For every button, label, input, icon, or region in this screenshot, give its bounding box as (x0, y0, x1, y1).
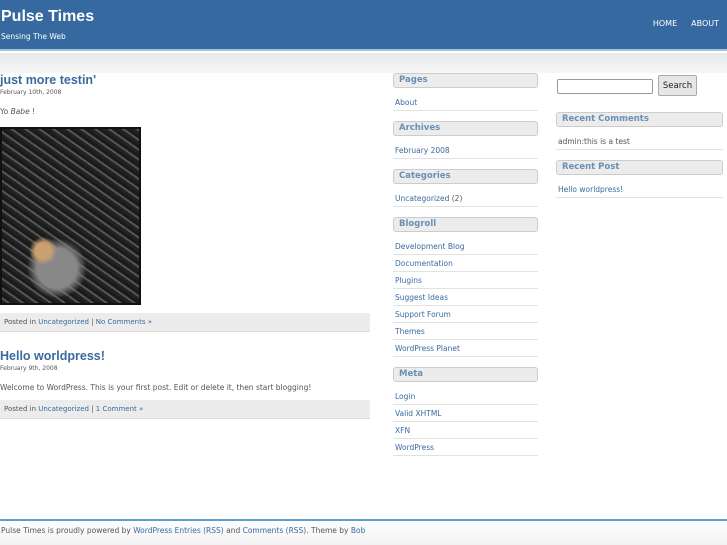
page-link-about[interactable]: About (395, 98, 417, 107)
footer-text: . Theme by (306, 526, 351, 535)
post-date: February 10th, 2008 (0, 89, 62, 96)
post-date: February 9th, 2008 (0, 365, 58, 372)
top-nav: HOME ABOUT (653, 19, 719, 28)
blogroll-link[interactable]: Themes (395, 327, 425, 336)
footer-theme-author-link[interactable]: Bob (351, 526, 366, 535)
footer-comments-rss-link[interactable]: Comments (RSS) (243, 526, 307, 535)
widget-title-recent-post: Recent Post (556, 160, 723, 175)
blogroll-link[interactable]: Plugins (395, 276, 422, 285)
body-text: ! (29, 107, 36, 116)
blogroll-link[interactable]: Documentation (395, 259, 453, 268)
body-emphasis: Babe (10, 107, 30, 116)
post-body: Welcome to WordPress. This is your first… (0, 383, 312, 392)
widget-title-meta: Meta (393, 367, 538, 382)
widget-title-archives: Archives (393, 121, 538, 136)
blogroll-link[interactable]: Development Blog (395, 242, 464, 251)
recent-post-link[interactable]: Hello worldpress! (558, 185, 623, 194)
sidebar-left: Pages About Archives February 2008 Categ… (393, 73, 538, 466)
footer-entries-rss-link[interactable]: Entries (RSS) (175, 526, 224, 535)
posted-in-label: Posted in (4, 405, 39, 413)
site-footer: Pulse Times is proudly powered by WordPr… (0, 519, 727, 545)
post-title[interactable]: just more testin' (0, 73, 96, 87)
search-input[interactable] (557, 79, 653, 94)
posted-in-label: Posted in (4, 318, 39, 326)
footer-wordpress-link[interactable]: WordPress (133, 526, 172, 535)
widget-title-pages: Pages (393, 73, 538, 88)
post-meta: Posted in Uncategorized | 1 Comment » (0, 400, 370, 419)
meta-link-xhtml[interactable]: Valid XHTML (395, 409, 441, 418)
header-band (0, 53, 727, 73)
post-meta: Posted in Uncategorized | No Comments » (0, 313, 370, 332)
separator: | (88, 405, 96, 413)
comments-link[interactable]: 1 Comment » (96, 405, 143, 413)
widget-title-categories: Categories (393, 169, 538, 184)
post-title[interactable]: Hello worldpress! (0, 349, 105, 363)
site-title[interactable]: Pulse Times (1, 8, 94, 26)
blogroll-link[interactable]: Support Forum (395, 310, 451, 319)
category-link[interactable]: Uncategorized (38, 405, 89, 413)
comment-author: admin (558, 137, 582, 146)
separator: | (88, 318, 96, 326)
blogroll-link[interactable]: Suggest Ideas (395, 293, 448, 302)
category-link[interactable]: Uncategorized (38, 318, 89, 326)
category-link[interactable]: Uncategorized (395, 194, 449, 203)
cat-photo (0, 127, 141, 305)
widget-title-recent-comments: Recent Comments (556, 112, 723, 127)
comment-link[interactable]: :this is a test (582, 137, 630, 146)
recent-comment: admin:this is a test (556, 133, 723, 150)
nav-home[interactable]: HOME (653, 19, 677, 28)
post: just more testin' February 10th, 2008 Yo… (0, 73, 370, 332)
widget-title-blogroll: Blogroll (393, 217, 538, 232)
meta-link-login[interactable]: Login (395, 392, 415, 401)
blogroll-link[interactable]: WordPress Planet (395, 344, 460, 353)
category-count: (2) (449, 194, 463, 203)
site-tagline: Sensing The Web (1, 32, 66, 41)
site-header: Pulse Times Sensing The Web HOME ABOUT (0, 0, 727, 51)
archive-link[interactable]: February 2008 (395, 146, 450, 155)
body-text: Yo (0, 107, 11, 116)
footer-text: Pulse Times is proudly powered by (1, 526, 134, 535)
meta-link-wordpress[interactable]: WordPress (395, 443, 434, 452)
post-body: Yo Babe ! (0, 107, 370, 116)
footer-text: and (223, 526, 243, 535)
sidebar-right: Recent Comments admin:this is a test Rec… (556, 112, 723, 208)
meta-link-xfn[interactable]: XFN (395, 426, 410, 435)
nav-about[interactable]: ABOUT (691, 19, 719, 28)
post: Hello worldpress! February 9th, 2008 Wel… (0, 349, 370, 419)
search-button[interactable]: Search (658, 75, 697, 96)
main-content: just more testin' February 10th, 2008 Yo… (0, 73, 370, 419)
comments-link[interactable]: No Comments » (96, 318, 152, 326)
